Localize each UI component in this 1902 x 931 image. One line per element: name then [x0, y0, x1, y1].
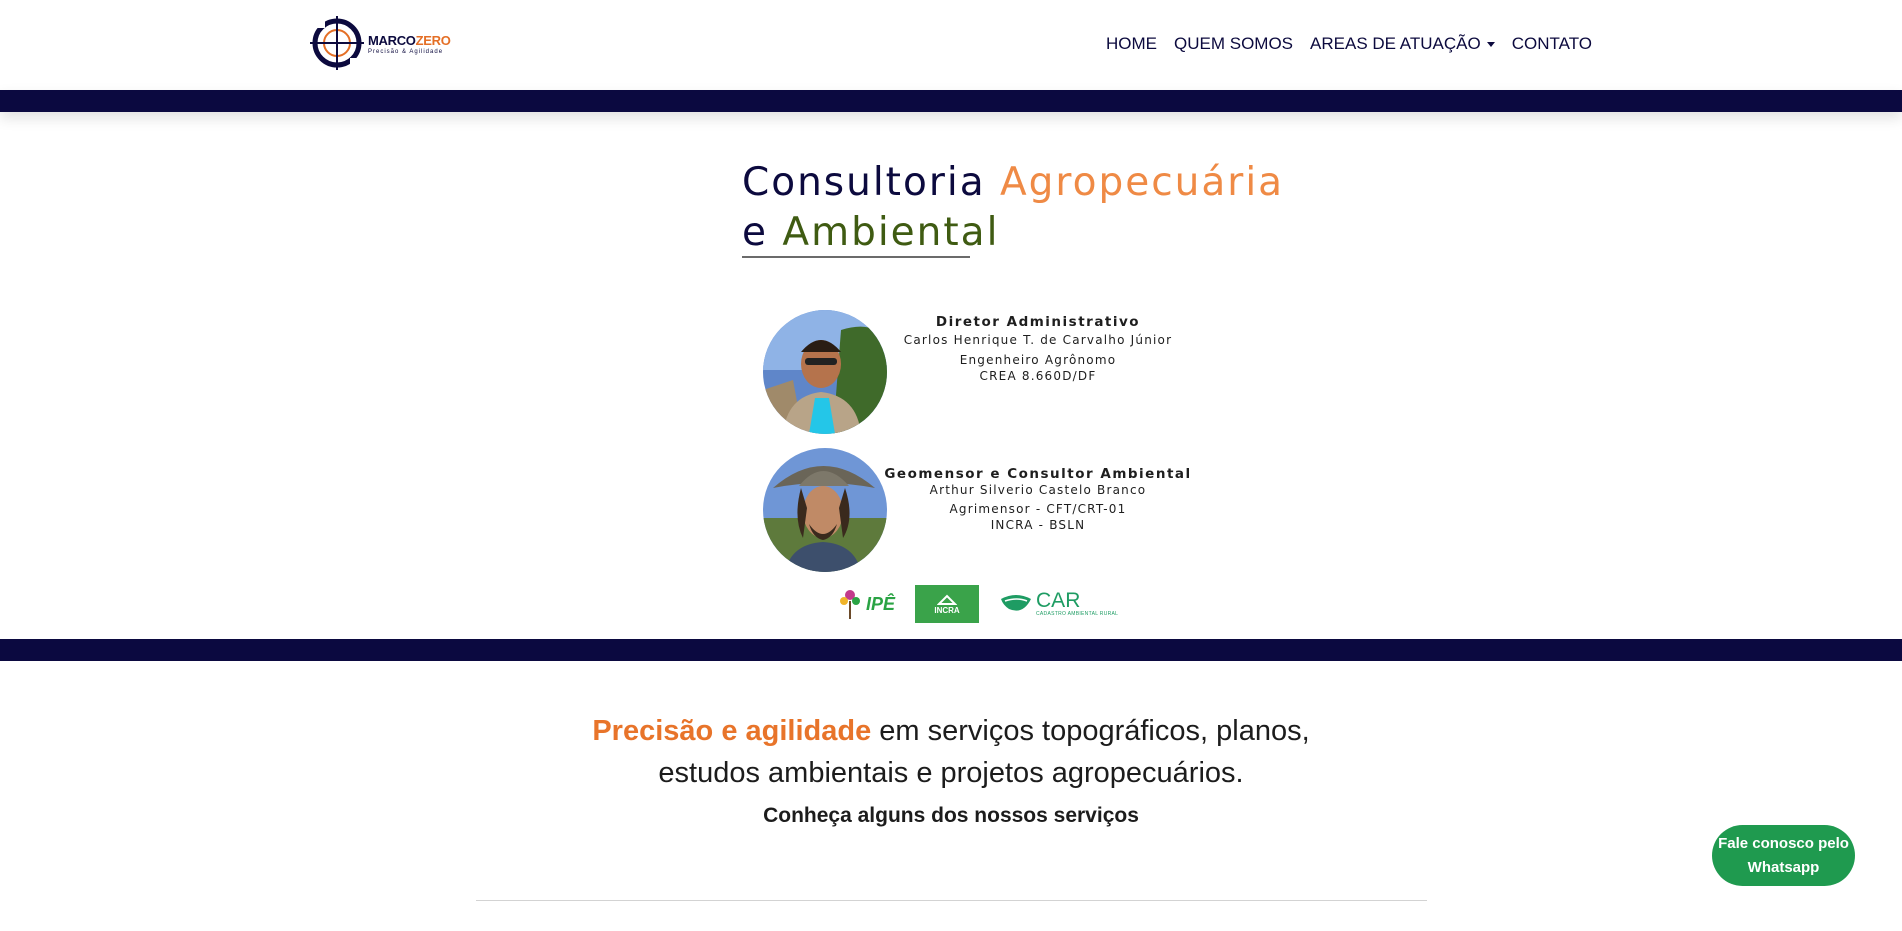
- car-logo: CAR CADASTRO AMBIENTAL RURAL: [999, 589, 1119, 617]
- section-divider: [476, 900, 1427, 901]
- title-underline: [742, 256, 970, 258]
- person-title: Agrimensor - CFT/CRT-01: [949, 502, 1127, 516]
- nav-quem-somos[interactable]: QUEM SOMOS: [1174, 34, 1293, 54]
- car-sublabel: CADASTRO AMBIENTAL RURAL: [1036, 611, 1119, 617]
- person-name: Arthur Silverio Castelo Branco: [929, 483, 1147, 497]
- tagline-highlight: Precisão e agilidade: [592, 715, 872, 747]
- car-leaf-icon: [1001, 595, 1032, 611]
- intro-tagline: Precisão e agilidade em serviços topográ…: [0, 710, 1902, 794]
- ipe-flower-icon: [840, 590, 860, 619]
- tagline-line2: estudos ambientais e projetos agropecuár…: [658, 757, 1244, 789]
- whatsapp-button[interactable]: Fale conosco pelo Whatsapp: [1712, 825, 1855, 886]
- incra-label: INCRA: [934, 605, 960, 615]
- nav-contato[interactable]: CONTATO: [1512, 34, 1592, 54]
- whatsapp-label-line2: Whatsapp: [1747, 858, 1820, 876]
- crosshair-logo-icon: [310, 16, 364, 70]
- incra-symbol-icon: [937, 594, 958, 605]
- person-registry: CREA 8.660D/DF: [979, 369, 1097, 383]
- logo-tagline: Precisão & Agilidade: [368, 49, 444, 55]
- avatar-geomensor: [763, 448, 887, 572]
- tagline-rest: em serviços topográficos, planos,: [871, 715, 1310, 747]
- director-info: Diretor Administrativo Carlos Henrique T…: [893, 314, 1183, 384]
- hero-title: Consultoria Agropecuária e Ambiental: [742, 160, 1285, 255]
- header-band: [0, 90, 1902, 112]
- person-title: Engenheiro Agrônomo: [959, 353, 1117, 367]
- hero-bottom-band: [0, 639, 1902, 661]
- ipe-label: IPÊ: [866, 593, 896, 614]
- avatar-director: [763, 310, 887, 434]
- chevron-down-icon: [1486, 42, 1495, 48]
- geomensor-info: Geomensor e Consultor Ambiental Arthur S…: [883, 466, 1193, 533]
- services-heading: Conheça alguns dos nossos serviços: [763, 804, 1139, 827]
- person-registry: INCRA - BSLN: [990, 518, 1086, 532]
- incra-logo: INCRA: [915, 585, 980, 623]
- team-card-director: Diretor Administrativo Carlos Henrique T…: [763, 310, 1171, 434]
- marcozero-logo[interactable]: MARCOZERO Precisão & Agilidade: [310, 14, 455, 72]
- person-role: Geomensor e Consultor Ambiental: [884, 466, 1192, 482]
- logo-wordmark: MARCOZERO: [368, 33, 451, 48]
- team-card-geomensor: Geomensor e Consultor Ambiental Arthur S…: [763, 448, 1190, 572]
- ipe-logo: IPÊ: [838, 587, 895, 621]
- person-name: Carlos Henrique T. de Carvalho Júnior: [903, 333, 1173, 347]
- site-header: MARCOZERO Precisão & Agilidade HOME QUEM…: [0, 0, 1902, 90]
- nav-areas-de-atuacao[interactable]: AREAS DE ATUAÇÃO: [1310, 34, 1495, 54]
- car-label: CAR: [1036, 589, 1081, 612]
- person-role: Diretor Administrativo: [935, 314, 1141, 330]
- partner-logos: IPÊ INCRA CAR CADASTRO AMBIENTAL RURAL: [838, 585, 1118, 623]
- nav-areas-label: AREAS DE ATUAÇÃO: [1310, 34, 1481, 53]
- main-nav: HOME QUEM SOMOS AREAS DE ATUAÇÃO CONTATO: [1106, 34, 1592, 54]
- nav-home[interactable]: HOME: [1106, 34, 1157, 54]
- whatsapp-label-line1: Fale conosco pelo: [1718, 834, 1849, 852]
